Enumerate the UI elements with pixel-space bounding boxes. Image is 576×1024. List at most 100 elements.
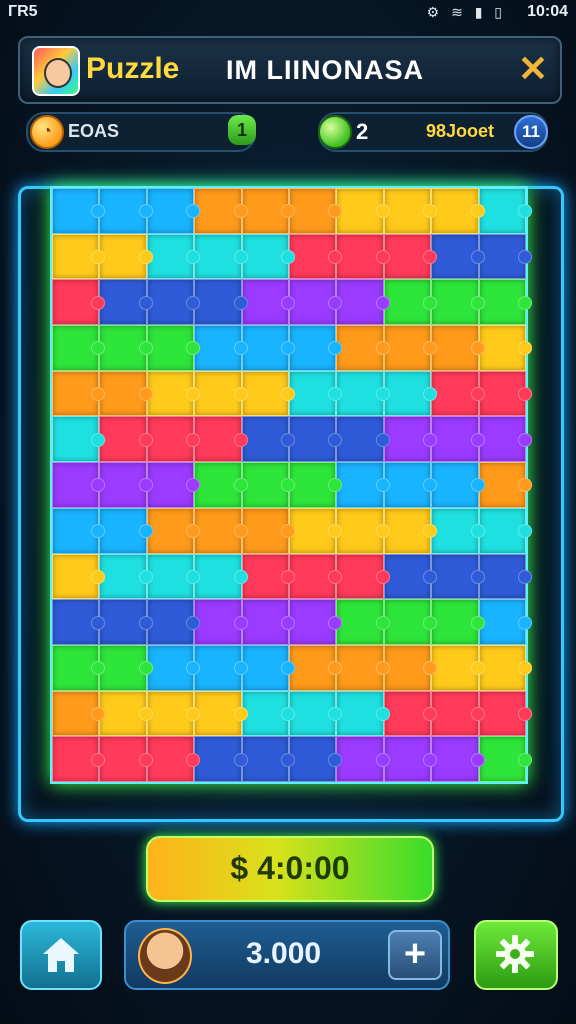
puzzle-piece[interactable] — [478, 599, 533, 645]
puzzle-piece[interactable] — [241, 188, 296, 234]
puzzle-piece[interactable] — [146, 644, 201, 691]
puzzle-piece[interactable] — [146, 507, 201, 554]
puzzle-piece[interactable] — [431, 416, 486, 463]
puzzle-piece[interactable] — [99, 736, 154, 782]
puzzle-piece[interactable] — [431, 188, 486, 234]
puzzle-piece[interactable] — [146, 553, 201, 600]
puzzle-piece[interactable] — [146, 690, 201, 737]
puzzle-piece[interactable] — [289, 553, 343, 600]
puzzle-piece[interactable] — [336, 553, 391, 600]
puzzle-piece[interactable] — [194, 736, 249, 782]
puzzle-piece[interactable] — [52, 599, 106, 645]
puzzle-piece[interactable] — [241, 507, 296, 554]
puzzle-piece[interactable] — [431, 507, 486, 554]
puzzle-piece[interactable] — [336, 233, 391, 280]
puzzle-piece[interactable] — [383, 233, 438, 280]
puzzle-piece[interactable] — [336, 416, 391, 463]
puzzle-piece[interactable] — [241, 599, 296, 645]
puzzle-piece[interactable] — [431, 736, 486, 782]
puzzle-piece[interactable] — [99, 644, 154, 691]
puzzle-piece[interactable] — [194, 188, 249, 234]
puzzle-piece[interactable] — [289, 325, 343, 371]
puzzle-piece[interactable] — [383, 416, 438, 463]
puzzle-piece[interactable] — [99, 599, 154, 645]
puzzle-piece[interactable] — [383, 599, 438, 645]
puzzle-piece[interactable] — [289, 599, 343, 645]
puzzle-piece[interactable] — [289, 644, 343, 691]
puzzle-piece[interactable] — [383, 370, 438, 417]
puzzle-piece[interactable] — [99, 507, 154, 554]
puzzle-piece[interactable] — [52, 416, 106, 463]
puzzle-piece[interactable] — [478, 416, 533, 463]
puzzle-piece[interactable] — [194, 553, 249, 600]
puzzle-piece[interactable] — [52, 370, 106, 417]
puzzle-piece[interactable] — [241, 233, 296, 280]
puzzle-piece[interactable] — [52, 462, 106, 508]
puzzle-piece[interactable] — [194, 599, 249, 645]
puzzle-piece[interactable] — [99, 690, 154, 737]
puzzle-piece[interactable] — [431, 462, 486, 508]
puzzle-piece[interactable] — [431, 370, 486, 417]
puzzle-piece[interactable] — [336, 462, 391, 508]
puzzle-piece[interactable] — [146, 599, 201, 645]
close-button[interactable]: ✕ — [514, 50, 552, 88]
puzzle-piece[interactable] — [383, 462, 438, 508]
puzzle-piece[interactable] — [194, 233, 249, 280]
puzzle-piece[interactable] — [146, 462, 201, 508]
puzzle-piece[interactable] — [194, 462, 249, 508]
puzzle-piece[interactable] — [52, 690, 106, 737]
puzzle-piece[interactable] — [146, 736, 201, 782]
puzzle-piece[interactable] — [146, 233, 201, 280]
puzzle-piece[interactable] — [336, 599, 391, 645]
puzzle-piece[interactable] — [241, 644, 296, 691]
puzzle-piece[interactable] — [289, 507, 343, 554]
puzzle-piece[interactable] — [336, 370, 391, 417]
puzzle-piece[interactable] — [99, 370, 154, 417]
puzzle-piece[interactable] — [289, 370, 343, 417]
puzzle-piece[interactable] — [99, 462, 154, 508]
puzzle-piece[interactable] — [99, 279, 154, 326]
puzzle-piece[interactable] — [336, 644, 391, 691]
puzzle-piece[interactable] — [431, 233, 486, 280]
puzzle-piece[interactable] — [99, 325, 154, 371]
puzzle-piece[interactable] — [478, 644, 533, 691]
puzzle-piece[interactable] — [99, 553, 154, 600]
puzzle-piece[interactable] — [431, 553, 486, 600]
puzzle-piece[interactable] — [146, 416, 201, 463]
puzzle-piece[interactable] — [241, 690, 296, 737]
puzzle-piece[interactable] — [194, 370, 249, 417]
puzzle-piece[interactable] — [52, 233, 106, 280]
puzzle-piece[interactable] — [478, 553, 533, 600]
puzzle-piece[interactable] — [289, 233, 343, 280]
puzzle-piece[interactable] — [289, 736, 343, 782]
puzzle-piece[interactable] — [431, 599, 486, 645]
puzzle-piece[interactable] — [383, 279, 438, 326]
puzzle-piece[interactable] — [289, 690, 343, 737]
settings-button[interactable] — [474, 920, 558, 990]
puzzle-piece[interactable] — [146, 188, 201, 234]
puzzle-piece[interactable] — [289, 416, 343, 463]
puzzle-piece[interactable] — [99, 188, 154, 234]
puzzle-piece[interactable] — [478, 370, 533, 417]
puzzle-piece[interactable] — [431, 325, 486, 371]
puzzle-piece[interactable] — [146, 279, 201, 326]
puzzle-piece[interactable] — [336, 279, 391, 326]
puzzle-piece[interactable] — [52, 644, 106, 691]
puzzle-piece[interactable] — [478, 462, 533, 508]
puzzle-piece[interactable] — [336, 507, 391, 554]
puzzle-piece[interactable] — [241, 279, 296, 326]
puzzle-piece[interactable] — [478, 325, 533, 371]
puzzle-piece[interactable] — [478, 736, 533, 782]
puzzle-piece[interactable] — [194, 507, 249, 554]
puzzle-piece[interactable] — [289, 279, 343, 326]
puzzle-piece[interactable] — [336, 736, 391, 782]
puzzle-piece[interactable] — [478, 507, 533, 554]
puzzle-piece[interactable] — [241, 416, 296, 463]
puzzle-piece[interactable] — [478, 188, 533, 234]
puzzle-piece[interactable] — [289, 462, 343, 508]
puzzle-piece[interactable] — [383, 690, 438, 737]
puzzle-piece[interactable] — [52, 279, 106, 326]
add-coins-button[interactable]: + — [388, 930, 442, 980]
puzzle-piece[interactable] — [194, 690, 249, 737]
puzzle-piece[interactable] — [194, 279, 249, 326]
